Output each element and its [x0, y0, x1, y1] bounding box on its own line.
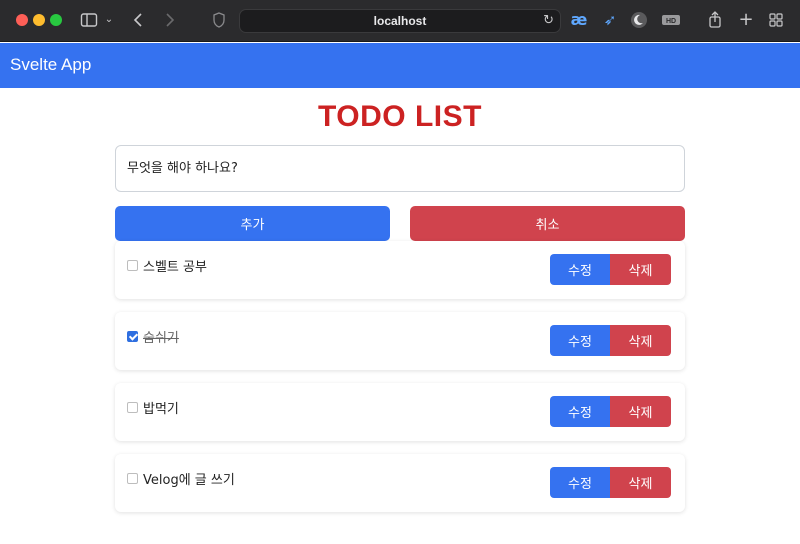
delete-button[interactable]: 삭제: [610, 396, 671, 427]
todo-item: 밥먹기 수정 삭제: [115, 383, 685, 441]
hd-icon[interactable]: HD: [661, 9, 681, 31]
todo-checkbox[interactable]: [127, 402, 138, 413]
dark-mode-icon[interactable]: [630, 9, 648, 31]
edit-button[interactable]: 수정: [550, 396, 610, 427]
todo-text: 숨쉬기: [143, 331, 179, 346]
bird-extension-icon[interactable]: ➶: [602, 9, 618, 31]
add-button[interactable]: 추가: [115, 206, 390, 241]
tab-overview-icon[interactable]: [768, 9, 784, 31]
delete-button[interactable]: 삭제: [610, 325, 671, 356]
browser-toolbar: ⌄ localhost ↻ æ ➶ HD +: [0, 0, 800, 42]
ae-extension-icon[interactable]: æ: [570, 9, 588, 31]
edit-button[interactable]: 수정: [550, 467, 610, 498]
edit-button[interactable]: 수정: [550, 325, 610, 356]
todo-text: 스벨트 공부: [143, 260, 207, 275]
todo-checkbox[interactable]: [127, 331, 138, 342]
new-tab-icon[interactable]: +: [738, 9, 754, 31]
svg-text:HD: HD: [666, 18, 676, 25]
todo-text: 밥먹기: [143, 402, 179, 417]
todo-text: Velog에 글 쓰기: [143, 473, 235, 488]
shield-icon[interactable]: [212, 9, 226, 31]
cancel-button[interactable]: 취소: [410, 206, 685, 241]
address-text: localhost: [373, 14, 427, 28]
sidebar-icon[interactable]: [80, 9, 98, 31]
todo-item: Velog에 글 쓰기 수정 삭제: [115, 454, 685, 512]
zoom-window-button[interactable]: [50, 14, 62, 26]
delete-button[interactable]: 삭제: [610, 254, 671, 285]
edit-button[interactable]: 수정: [550, 254, 610, 285]
page-title: TODO LIST: [318, 100, 482, 133]
close-window-button[interactable]: [16, 14, 28, 26]
todo-item: 스벨트 공부 수정 삭제: [115, 241, 685, 299]
forward-icon[interactable]: [162, 9, 176, 31]
back-icon[interactable]: [132, 9, 146, 31]
todo-checkbox[interactable]: [127, 260, 138, 271]
share-icon[interactable]: [707, 9, 723, 31]
todo-checkbox[interactable]: [127, 473, 138, 484]
delete-button[interactable]: 삭제: [610, 467, 671, 498]
chevron-down-icon[interactable]: ⌄: [103, 9, 115, 31]
todo-item: 숨쉬기 수정 삭제: [115, 312, 685, 370]
minimize-window-button[interactable]: [33, 14, 45, 26]
todo-input[interactable]: [115, 145, 685, 192]
address-bar[interactable]: localhost ↻: [239, 9, 561, 33]
app-header: Svelte App: [0, 43, 800, 88]
reload-icon[interactable]: ↻: [543, 13, 554, 28]
app-title: Svelte App: [10, 55, 92, 74]
